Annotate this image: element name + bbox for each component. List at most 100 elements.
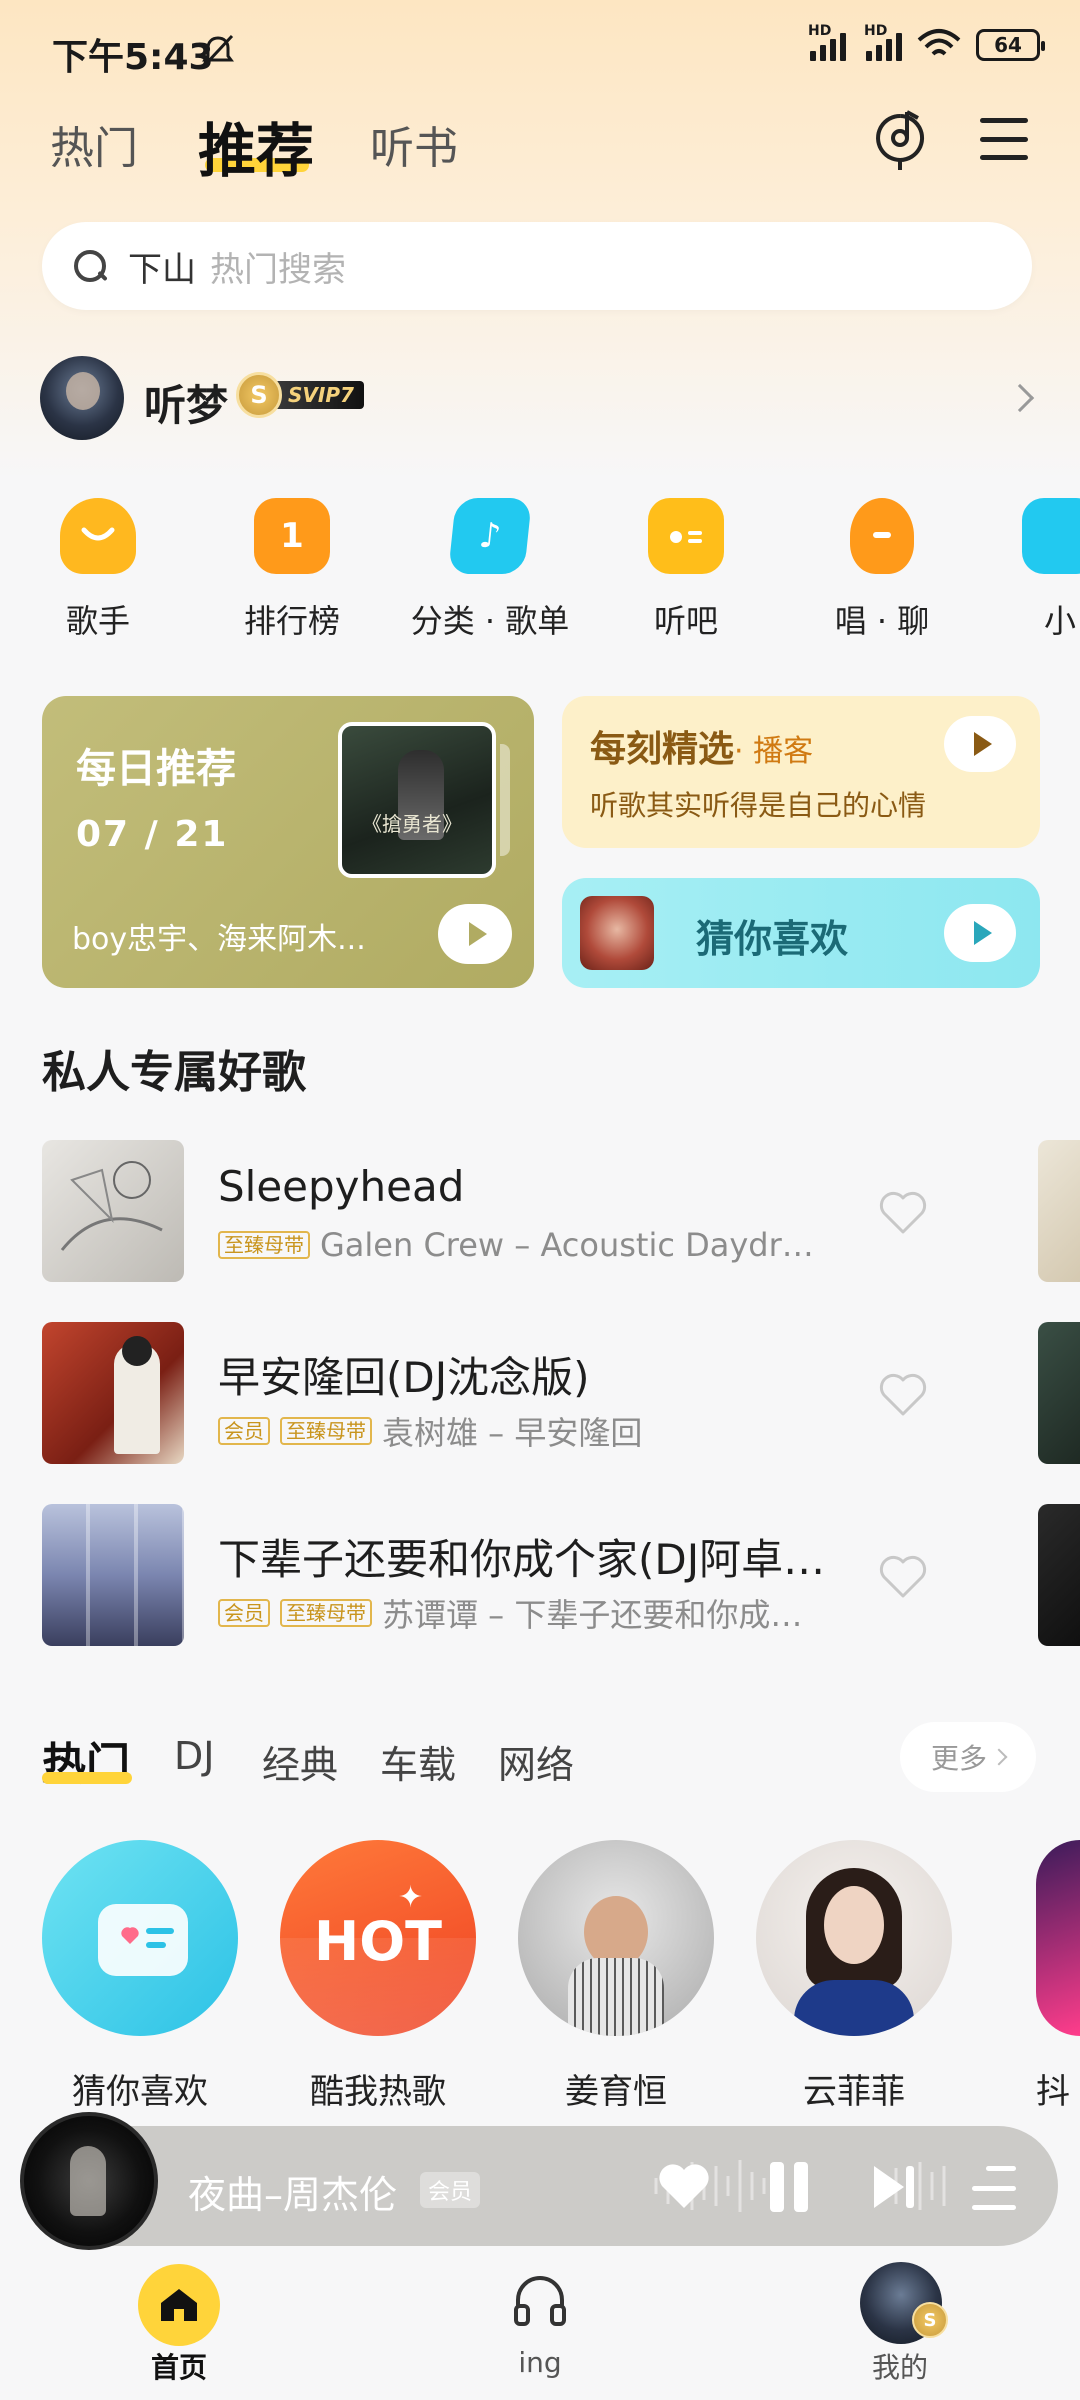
category-listen[interactable]: 听吧 [616, 498, 756, 642]
song-cover[interactable] [42, 1504, 184, 1646]
daily-recommend-card[interactable]: 每日推荐 07 / 21 boy忠宇、海来阿木... 《搶勇者》 [42, 696, 534, 988]
play-icon [973, 921, 992, 945]
song-title[interactable]: Sleepyhead [218, 1162, 838, 1211]
play-icon [468, 922, 487, 946]
podcast-card[interactable]: 每刻精选· 播客 听歌其实听得是自己的心情 [562, 696, 1040, 848]
like-heart-icon[interactable] [656, 2162, 712, 2212]
status-icons: HD HD 64 [808, 23, 1045, 62]
search-icon [72, 248, 108, 284]
category-playlist[interactable]: ♪ 分类 · 歌单 [411, 498, 569, 642]
guess-you-like-card[interactable]: 猜你喜欢 [562, 878, 1040, 988]
battery-icon: 64 [976, 29, 1045, 61]
category-chart[interactable]: 1 排行榜 [222, 498, 362, 642]
next-column-cover[interactable] [1038, 1322, 1080, 1464]
headphones-icon[interactable] [508, 2268, 572, 2332]
circle-label: 云菲菲 [803, 2072, 905, 2112]
mute-bell-icon [202, 34, 234, 68]
next-track-icon[interactable] [868, 2162, 918, 2212]
song-cover[interactable] [42, 1140, 184, 1282]
mic-icon [850, 498, 914, 574]
daily-cover: 《搶勇者》 [338, 722, 496, 878]
guess-title: 猜你喜欢 [696, 917, 849, 961]
tab-classic[interactable]: 经典 [262, 1734, 338, 1789]
pause-icon[interactable] [766, 2162, 812, 2212]
podcast-subtitle: 听歌其实听得是自己的心情 [590, 789, 927, 822]
guess-play-button[interactable] [944, 904, 1016, 962]
daily-date: 07 / 21 [76, 814, 229, 855]
search-input[interactable]: 下山 热门搜索 [42, 222, 1032, 310]
master-tag: 至臻母带 [218, 1231, 310, 1259]
daily-artists: boy忠宇、海来阿木... [72, 922, 366, 957]
playlist-icon[interactable] [972, 2166, 1016, 2210]
guess-thumbnail [580, 896, 654, 970]
profile-name[interactable]: 听梦 [144, 372, 228, 433]
tab-recommend[interactable]: 推荐 [198, 104, 314, 188]
circle-artist-jiang[interactable] [518, 1840, 714, 2036]
heart-icon[interactable] [878, 1372, 928, 1418]
vip-tag: 会员 [218, 1599, 270, 1627]
singer-icon [60, 498, 136, 574]
heart-icon[interactable] [878, 1554, 928, 1600]
master-tag: 至臻母带 [280, 1599, 372, 1627]
menu-icon[interactable] [980, 118, 1028, 160]
vip-level: SVIP7 [272, 381, 364, 409]
status-time: 下午5:43 [52, 37, 214, 78]
nav-mine[interactable]: 我的 [840, 2346, 960, 2386]
tab-network[interactable]: 网络 [498, 1734, 574, 1789]
vip-s-icon: S [236, 372, 282, 418]
hot-tab-underline [42, 1772, 132, 1784]
song-meta: 会员 至臻母带 袁树雄 – 早安隆回 [218, 1408, 818, 1454]
tab-hot[interactable]: 热门 [50, 112, 138, 176]
next-column-cover[interactable] [1038, 1140, 1080, 1282]
master-tag: 至臻母带 [280, 1417, 372, 1445]
avatar[interactable] [40, 356, 124, 440]
sparkle-icon: ✦ [398, 1880, 424, 1915]
song-meta: 至臻母带 Galen Crew – Acoustic Daydr… [218, 1226, 818, 1264]
song-title[interactable]: 早安隆回(DJ沈念版) [218, 1344, 838, 1405]
daily-play-button[interactable] [438, 904, 512, 964]
home-icon[interactable] [138, 2264, 220, 2346]
voice-search-icon[interactable] [872, 108, 928, 172]
circle-label: 姜育恒 [565, 2072, 667, 2112]
cover-stack [500, 744, 510, 856]
podcast-title: 每刻精选· 播客 [590, 729, 814, 770]
podcast-play-button[interactable] [944, 716, 1016, 772]
player-vip-tag: 会员 [420, 2172, 481, 2208]
chart-icon: 1 [254, 498, 330, 574]
song-meta: 会员 至臻母带 苏谭谭 – 下辈子还要和你成… [218, 1590, 818, 1636]
tab-car[interactable]: 车载 [380, 1734, 456, 1789]
section-title: 私人专属好歌 [42, 1047, 306, 1098]
circle-artist-yun[interactable] [756, 1840, 952, 2036]
note-icon: ♪ [448, 498, 532, 574]
circle-label: 猜你喜欢 [72, 2072, 208, 2112]
category-singer[interactable]: 歌手 [28, 498, 168, 642]
search-placeholder: 热门搜索 [210, 249, 346, 290]
song-title[interactable]: 下辈子还要和你成个家(DJ阿卓… [218, 1526, 838, 1587]
nav-ing[interactable]: ing [480, 2346, 600, 2379]
heart-icon[interactable] [878, 1190, 928, 1236]
nav-home[interactable]: 首页 [119, 2346, 239, 2386]
more-button[interactable]: 更多 [900, 1722, 1036, 1792]
circle-label: 抖 [1036, 2072, 1070, 2112]
vip-badge[interactable]: S SVIP7 [236, 372, 364, 418]
circle-label: 酷我热歌 [310, 2072, 446, 2112]
signal-icon-2: HD [864, 23, 902, 61]
category-more[interactable]: 小 [1000, 498, 1080, 642]
category-sing-chat[interactable]: 唱 · 聊 [812, 498, 952, 642]
vip-s-icon: S [912, 2302, 948, 2338]
tab-dj[interactable]: DJ [174, 1734, 214, 1778]
wifi-icon [917, 29, 961, 56]
search-value: 下山 [128, 249, 196, 290]
song-cover[interactable] [42, 1322, 184, 1464]
circle-douyin[interactable] [1036, 1840, 1080, 2036]
daily-title: 每日推荐 [76, 746, 236, 792]
chat-icon [1022, 498, 1080, 574]
radio-icon [648, 498, 724, 574]
signal-icon: HD [808, 23, 846, 61]
tab-audiobook[interactable]: 听书 [370, 112, 458, 176]
circle-hot-songs[interactable]: HOT ✦ [280, 1840, 476, 2036]
next-column-cover[interactable] [1038, 1504, 1080, 1646]
player-song-title[interactable]: 夜曲–周杰伦 [188, 2164, 397, 2219]
circle-guess-you-like[interactable] [42, 1840, 238, 2036]
player-cover[interactable] [20, 2112, 158, 2250]
